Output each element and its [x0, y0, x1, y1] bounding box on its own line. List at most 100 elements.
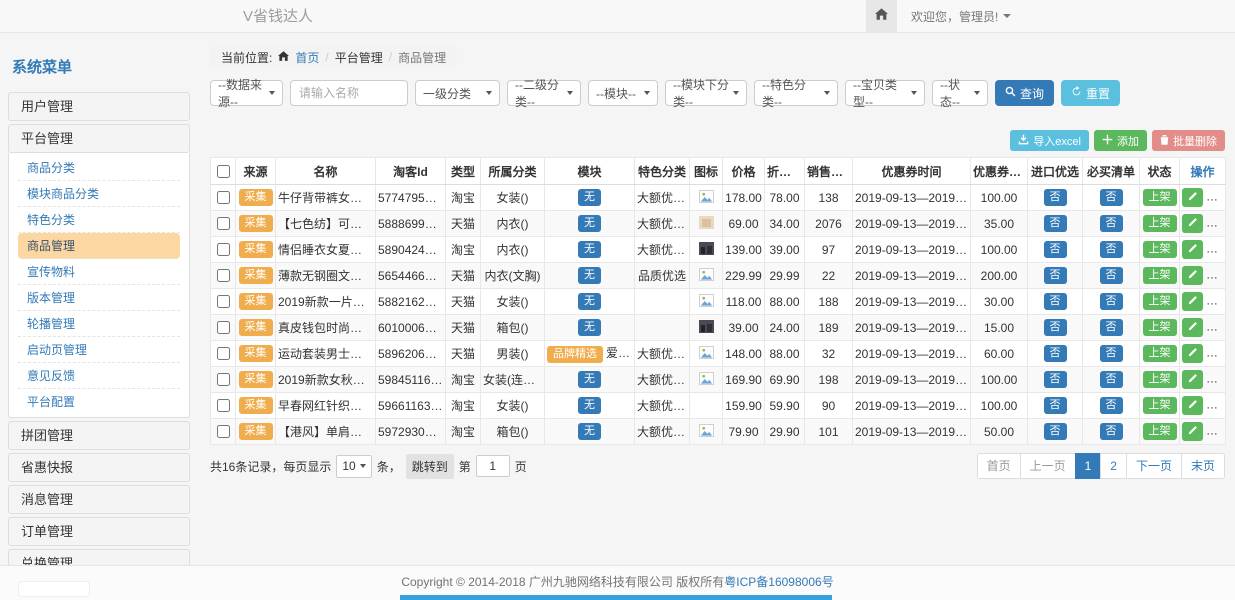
- must-buy-badge[interactable]: 否: [1100, 267, 1123, 284]
- status-badge[interactable]: 上架: [1143, 397, 1177, 414]
- filter-select[interactable]: --模块--: [588, 80, 658, 106]
- row-checkbox[interactable]: [217, 217, 230, 230]
- import-select-badge[interactable]: 否: [1044, 241, 1067, 258]
- row-checkbox[interactable]: [217, 347, 230, 360]
- sidebar-section-header[interactable]: 消息管理: [8, 485, 190, 514]
- edit-button[interactable]: [1182, 422, 1203, 441]
- import-select-badge[interactable]: 否: [1044, 423, 1067, 440]
- name-search-input[interactable]: [290, 80, 408, 106]
- row-checkbox[interactable]: [217, 321, 230, 334]
- filter-select[interactable]: --特色分类--: [754, 80, 838, 106]
- sidebar-section-header[interactable]: 拼团管理: [8, 421, 190, 450]
- module-badge[interactable]: 无: [578, 241, 601, 258]
- sidebar-item[interactable]: 启动页管理: [18, 337, 180, 363]
- sidebar-item[interactable]: 模块商品分类: [18, 181, 180, 207]
- status-badge[interactable]: 上架: [1143, 215, 1177, 232]
- must-buy-badge[interactable]: 否: [1100, 293, 1123, 310]
- sidebar-item[interactable]: 宣传物料: [18, 259, 180, 285]
- edit-button[interactable]: [1182, 318, 1203, 337]
- sidebar-section-header[interactable]: 省惠快报: [8, 453, 190, 482]
- pager-button[interactable]: 2: [1100, 453, 1127, 479]
- home-button[interactable]: [866, 0, 897, 32]
- sidebar-section-header[interactable]: 订单管理: [8, 517, 190, 546]
- pager-button[interactable]: 末页: [1181, 453, 1225, 479]
- pager-button[interactable]: 下一页: [1126, 453, 1182, 479]
- add-button[interactable]: 添加: [1094, 130, 1147, 151]
- edit-button[interactable]: [1182, 292, 1203, 311]
- import-select-badge[interactable]: 否: [1044, 345, 1067, 362]
- import-select-badge[interactable]: 否: [1044, 293, 1067, 310]
- filter-select[interactable]: --宝贝类型--: [845, 80, 925, 106]
- status-badge[interactable]: 上架: [1143, 267, 1177, 284]
- import-excel-button[interactable]: 导入excel: [1010, 130, 1089, 151]
- must-buy-badge[interactable]: 否: [1100, 189, 1123, 206]
- row-checkbox[interactable]: [217, 191, 230, 204]
- status-badge[interactable]: 上架: [1143, 293, 1177, 310]
- import-select-badge[interactable]: 否: [1044, 215, 1067, 232]
- reset-button[interactable]: 重置: [1061, 80, 1120, 106]
- page-number-input[interactable]: [476, 455, 510, 477]
- module-badge[interactable]: 无: [578, 397, 601, 414]
- edit-button[interactable]: [1182, 370, 1203, 389]
- row-checkbox[interactable]: [217, 373, 230, 386]
- status-badge[interactable]: 上架: [1143, 189, 1177, 206]
- import-select-badge[interactable]: 否: [1044, 319, 1067, 336]
- filter-select[interactable]: --二级分类--: [507, 80, 581, 106]
- row-checkbox[interactable]: [217, 243, 230, 256]
- sidebar-item-active[interactable]: 商品管理: [18, 233, 180, 259]
- filter-select[interactable]: --数据来源--: [210, 80, 283, 106]
- edit-button[interactable]: [1182, 266, 1203, 285]
- status-badge[interactable]: 上架: [1143, 345, 1177, 362]
- sidebar-item[interactable]: 商品分类: [18, 155, 180, 181]
- filter-select[interactable]: --模块下分类--: [665, 80, 747, 106]
- sidebar-item[interactable]: 意见反馈: [18, 363, 180, 389]
- user-menu[interactable]: 欢迎您，管理员!: [911, 8, 1011, 25]
- module-badge[interactable]: 无: [578, 189, 601, 206]
- jump-button[interactable]: 跳转到: [406, 454, 454, 479]
- import-select-badge[interactable]: 否: [1044, 189, 1067, 206]
- must-buy-badge[interactable]: 否: [1100, 215, 1123, 232]
- edit-button[interactable]: [1182, 396, 1203, 415]
- edit-button[interactable]: [1182, 214, 1203, 233]
- row-checkbox[interactable]: [217, 295, 230, 308]
- status-badge[interactable]: 上架: [1143, 423, 1177, 440]
- sidebar-section-header[interactable]: 兑换管理: [8, 549, 190, 565]
- row-checkbox[interactable]: [217, 269, 230, 282]
- pager-button[interactable]: 1: [1075, 453, 1102, 479]
- must-buy-badge[interactable]: 否: [1100, 319, 1123, 336]
- module-badge[interactable]: 无: [578, 423, 601, 440]
- module-badge[interactable]: 无: [578, 293, 601, 310]
- sidebar-item[interactable]: 特色分类: [18, 207, 180, 233]
- module-badge[interactable]: 无: [578, 267, 601, 284]
- batch-delete-button[interactable]: 批量删除: [1152, 130, 1225, 151]
- sidebar-section-header[interactable]: 用户管理: [8, 92, 190, 121]
- module-badge[interactable]: 品牌精选: [547, 346, 603, 363]
- sidebar-section-header[interactable]: 平台管理: [8, 124, 190, 153]
- row-checkbox[interactable]: [217, 399, 230, 412]
- filter-select[interactable]: 一级分类: [415, 80, 500, 106]
- sidebar-item[interactable]: 轮播管理: [18, 311, 180, 337]
- filter-select[interactable]: --状态--: [932, 80, 988, 106]
- edit-button[interactable]: [1182, 240, 1203, 259]
- row-checkbox[interactable]: [217, 425, 230, 438]
- must-buy-badge[interactable]: 否: [1100, 423, 1123, 440]
- must-buy-badge[interactable]: 否: [1100, 371, 1123, 388]
- import-select-badge[interactable]: 否: [1044, 397, 1067, 414]
- select-all-checkbox[interactable]: [217, 165, 230, 178]
- breadcrumb-home-link[interactable]: 首页: [295, 49, 319, 66]
- import-select-badge[interactable]: 否: [1044, 267, 1067, 284]
- module-badge[interactable]: 无: [578, 371, 601, 388]
- page-size-select[interactable]: 10: [336, 455, 371, 478]
- status-badge[interactable]: 上架: [1143, 371, 1177, 388]
- module-badge[interactable]: 无: [578, 319, 601, 336]
- must-buy-badge[interactable]: 否: [1100, 345, 1123, 362]
- import-select-badge[interactable]: 否: [1044, 371, 1067, 388]
- sidebar-item[interactable]: 版本管理: [18, 285, 180, 311]
- icp-link[interactable]: 粤ICP备16098006号: [724, 575, 833, 589]
- edit-button[interactable]: [1182, 344, 1203, 363]
- must-buy-badge[interactable]: 否: [1100, 397, 1123, 414]
- sidebar-item[interactable]: 平台配置: [18, 389, 180, 415]
- query-button[interactable]: 查询: [995, 80, 1054, 106]
- status-badge[interactable]: 上架: [1143, 241, 1177, 258]
- edit-button[interactable]: [1182, 188, 1203, 207]
